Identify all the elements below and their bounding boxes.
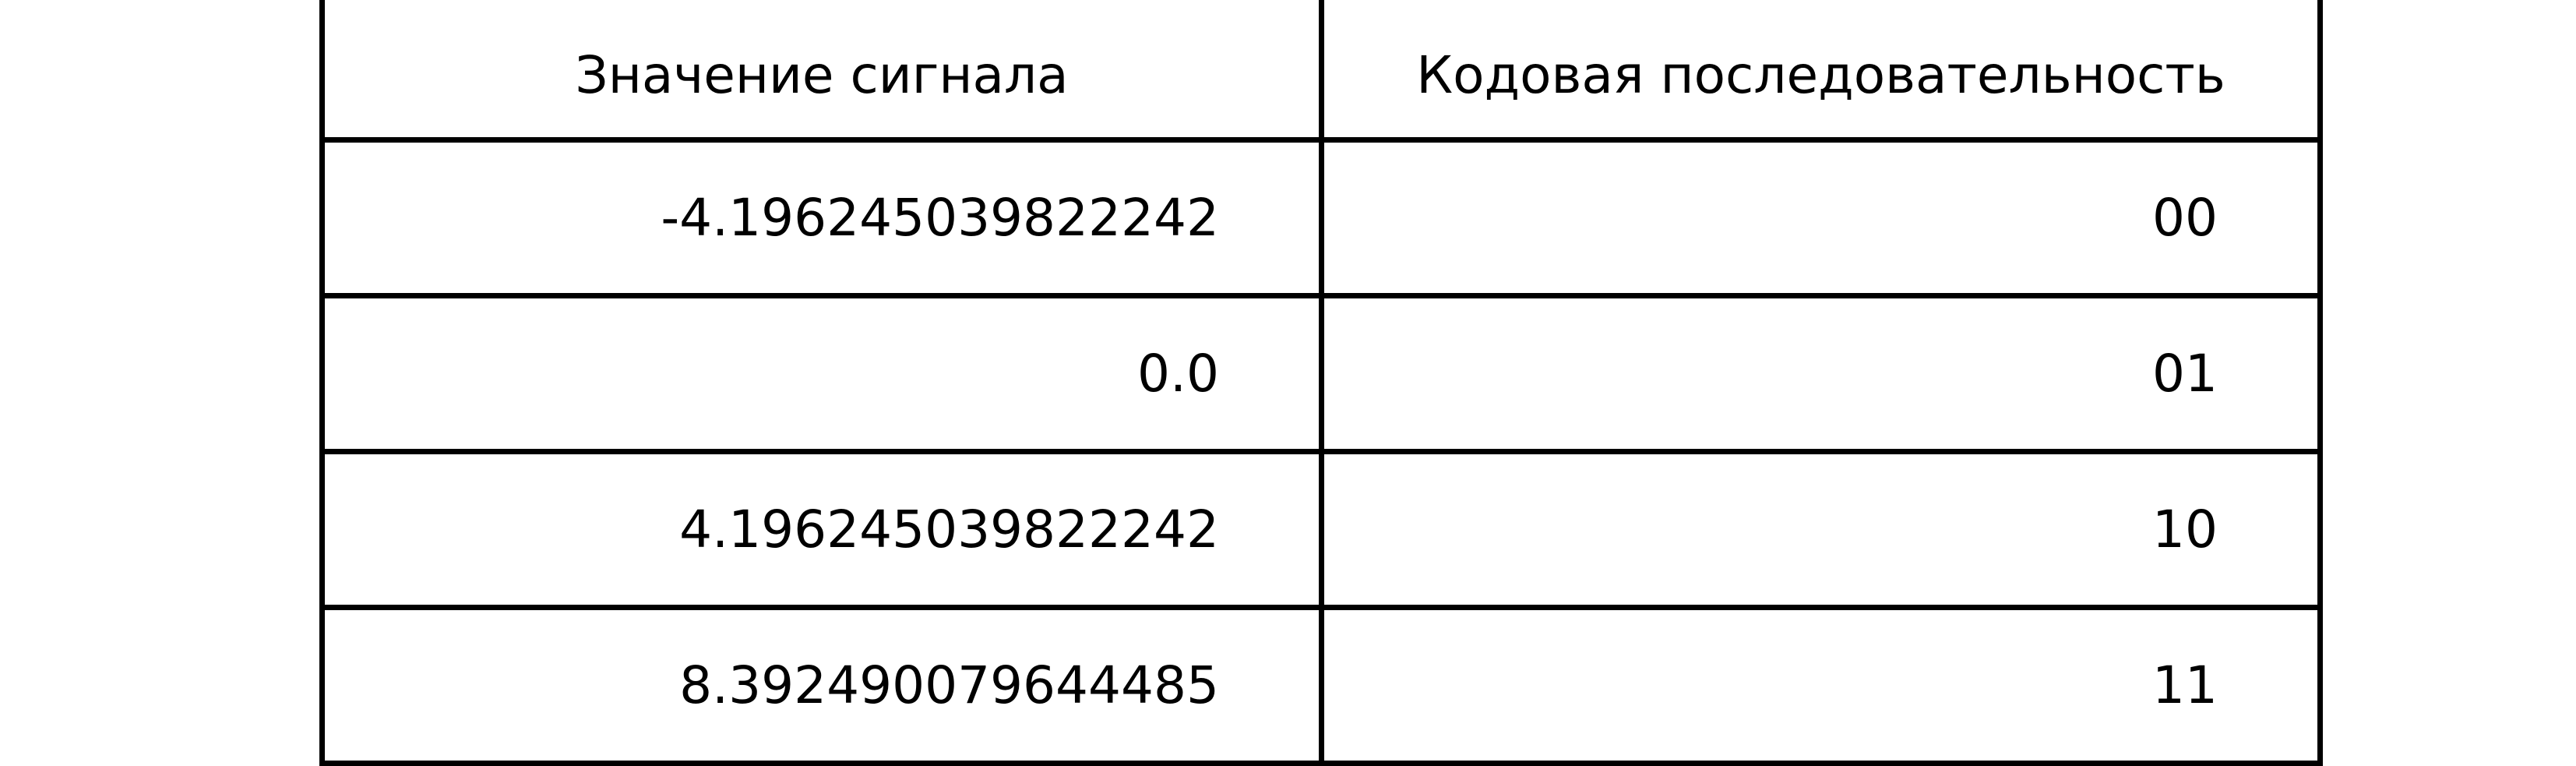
code-sequence-cell: 10 [1319,449,2323,610]
table-row: 8.392490079644485 11 [319,605,2323,766]
table-container: Значение сигнала Кодовая последовательно… [319,0,2323,766]
code-sequence-cell: 00 [1319,137,2323,298]
signal-value-cell: -4.196245039822242 [319,137,1324,298]
signal-value-cell: 0.0 [319,293,1324,454]
table-row: -4.196245039822242 00 [319,137,2323,298]
code-sequence-cell: 01 [1319,293,2323,454]
table-row: 0.0 01 [319,293,2323,454]
signal-code-table: Значение сигнала Кодовая последовательно… [319,0,2323,766]
table-row: 4.196245039822242 10 [319,449,2323,610]
header-code-sequence: Кодовая последовательность [1319,0,2323,143]
header-signal-value: Значение сигнала [319,0,1324,143]
signal-value-cell: 8.392490079644485 [319,605,1324,766]
code-sequence-cell: 11 [1319,605,2323,766]
signal-value-cell: 4.196245039822242 [319,449,1324,610]
header-row: Значение сигнала Кодовая последовательно… [319,0,2323,143]
